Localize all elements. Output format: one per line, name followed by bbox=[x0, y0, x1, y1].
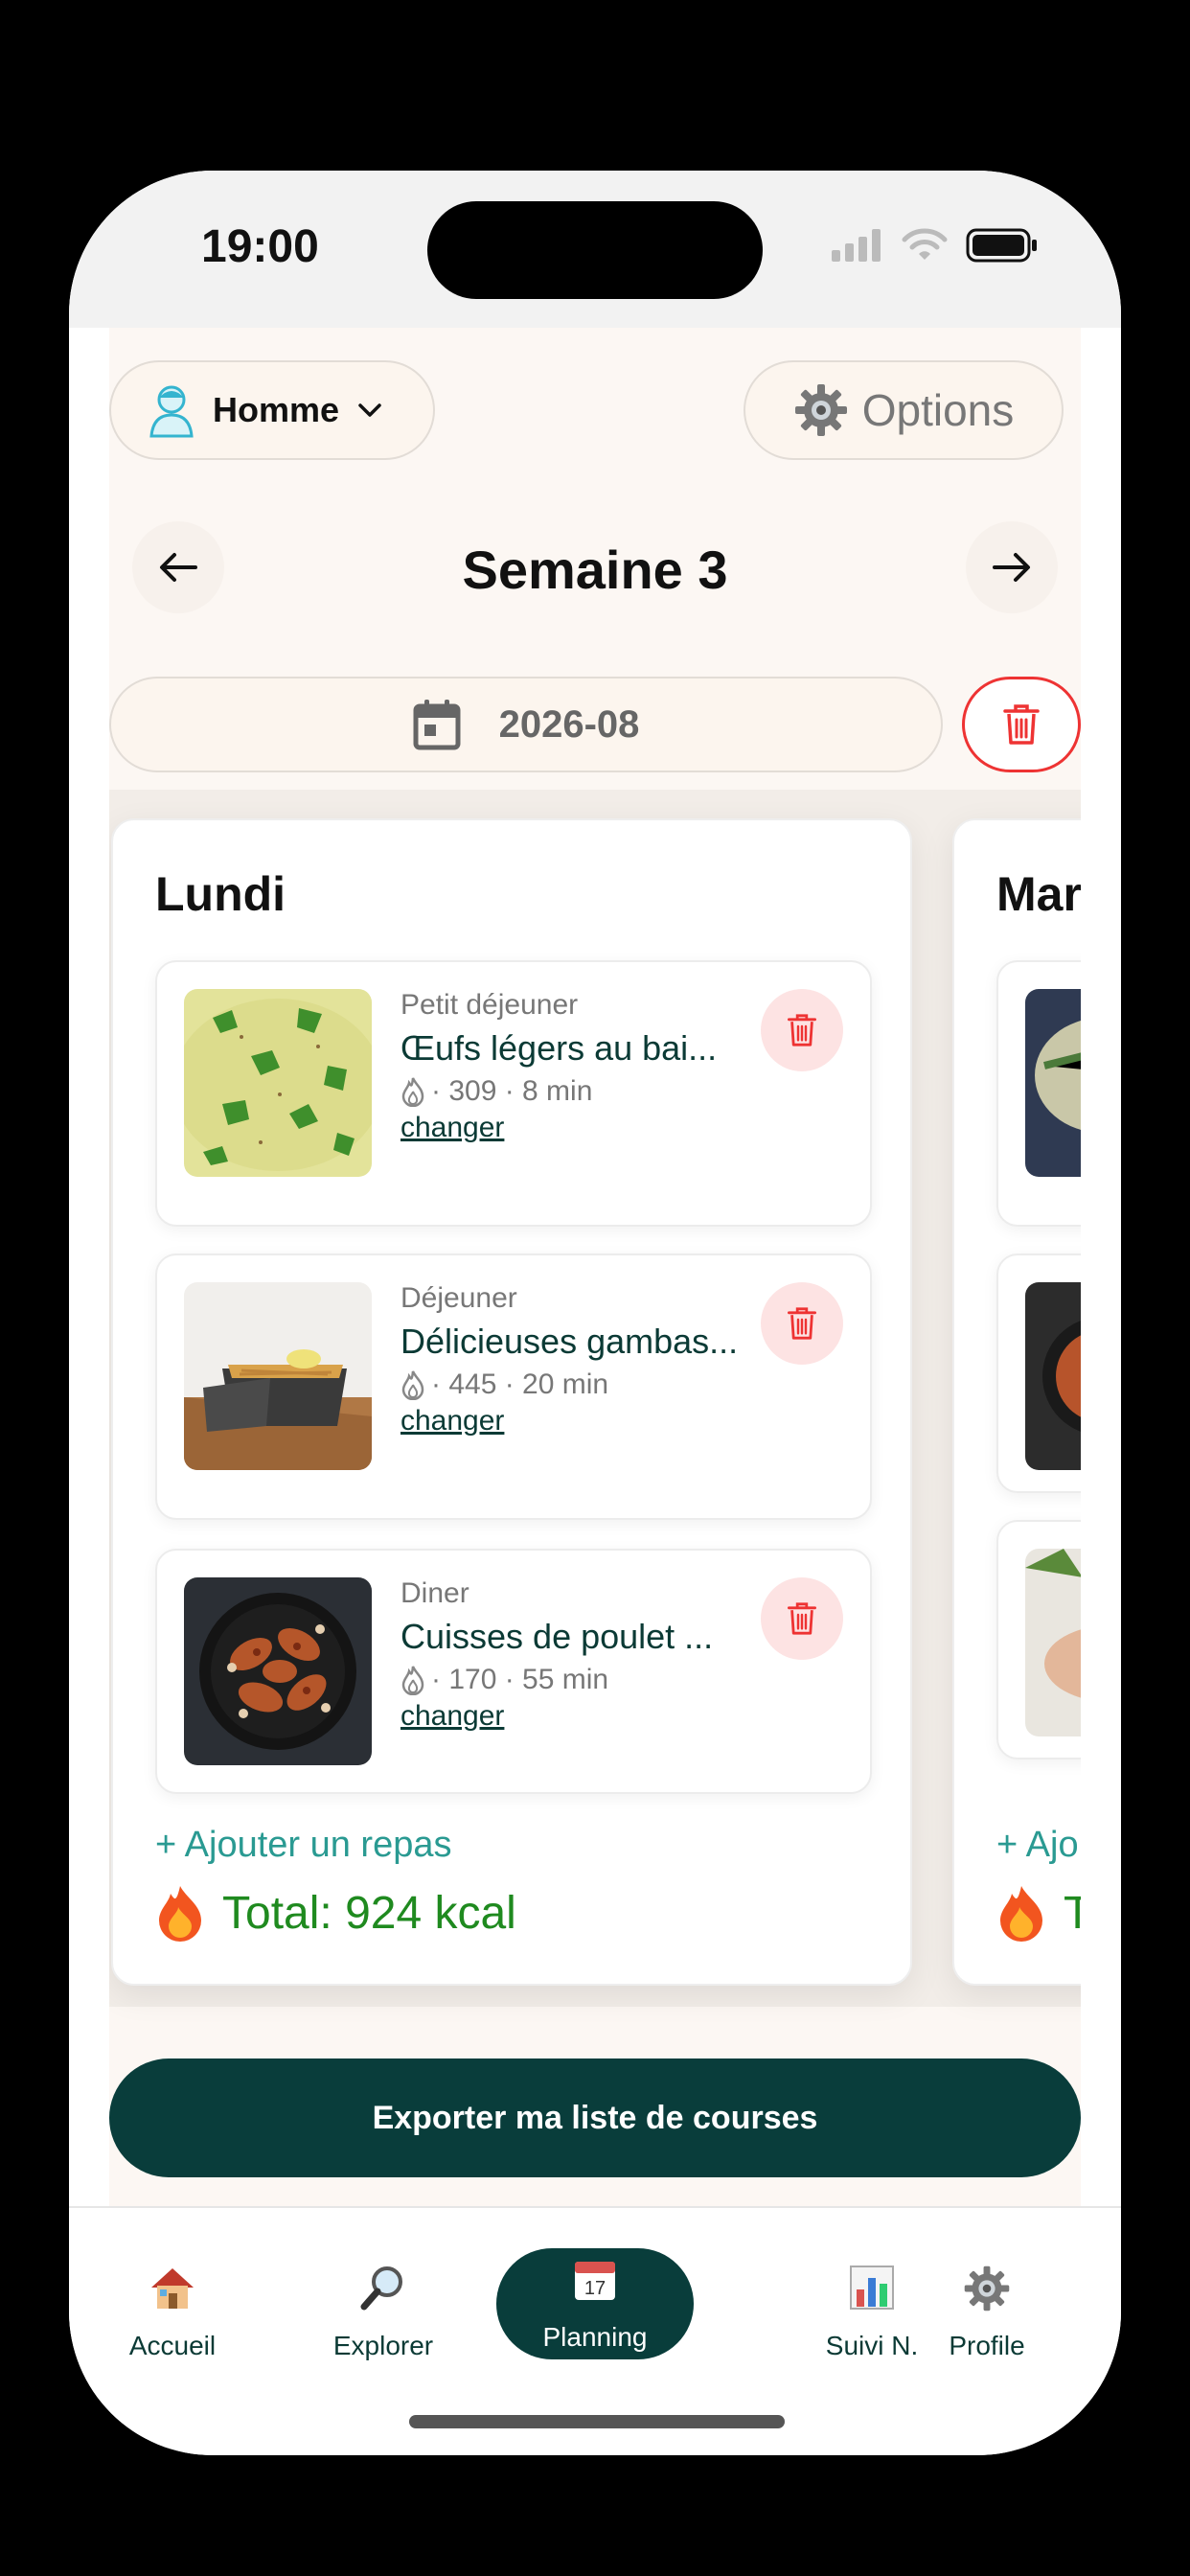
tab-label: Planning bbox=[542, 2321, 648, 2352]
tab-label: Explorer bbox=[332, 2331, 434, 2360]
week-navigator: Semaine 3 bbox=[109, 510, 1081, 625]
chart-icon bbox=[847, 2263, 897, 2323]
planning-screen: Homme Options Semaine 3 2026-08 Lundi Pe… bbox=[109, 328, 1081, 2206]
dynamic-island bbox=[427, 201, 763, 299]
days-carousel[interactable]: Lundi Petit déjeuner Œufs légers au bai.… bbox=[109, 790, 1081, 2007]
wifi-icon bbox=[902, 228, 948, 260]
meal-type: Diner bbox=[400, 1577, 469, 1609]
tab-explorer[interactable]: Explorer bbox=[287, 2256, 479, 2361]
meal-card-dinner[interactable]: Diner Cuisses de poulet ... · 170 · 55 m… bbox=[155, 1549, 872, 1794]
trash-icon bbox=[788, 1014, 816, 1046]
meal-meta: · 309 · 8 min bbox=[400, 1075, 745, 1108]
next-week-button[interactable] bbox=[966, 521, 1058, 613]
chevron-down-icon bbox=[358, 403, 381, 417]
status-time: 19:00 bbox=[201, 221, 319, 272]
flame-outline-icon bbox=[401, 1077, 424, 1107]
meal-card-preview[interactable] bbox=[996, 960, 1081, 1227]
status-bar: 19:00 bbox=[69, 171, 1121, 328]
fire-icon bbox=[159, 1886, 201, 1942]
tab-label: Accueil bbox=[128, 2331, 217, 2360]
status-icons bbox=[832, 228, 1039, 263]
day-card-mardi[interactable]: Mar + Ajo bbox=[952, 818, 1081, 1986]
gear-icon bbox=[963, 2265, 1011, 2323]
arrow-left-icon bbox=[160, 553, 197, 582]
date-picker[interactable]: 2026-08 bbox=[109, 677, 943, 772]
tab-planning[interactable]: 17 Planning bbox=[496, 2248, 694, 2359]
options-label: Options bbox=[861, 385, 1015, 435]
meal-info: Diner Cuisses de poulet ... · 170 · 55 m… bbox=[400, 1577, 765, 1733]
phone-frame: 19:00 Homme Options Semaine 3 2026-08 Lu… bbox=[69, 171, 1121, 2455]
signal-icon bbox=[832, 229, 881, 262]
trash-icon bbox=[788, 1602, 816, 1635]
change-meal-link[interactable]: changer bbox=[400, 1405, 504, 1438]
meal-image-lunch bbox=[184, 1282, 372, 1470]
meal-image-dinner bbox=[184, 1577, 372, 1765]
add-meal-link[interactable]: + Ajouter un repas bbox=[155, 1825, 452, 1866]
calendar-icon bbox=[413, 700, 461, 750]
tab-bar: Accueil Explorer 17 Planning Suivi N. Pr… bbox=[69, 2206, 1121, 2455]
add-meal-link[interactable]: + Ajo bbox=[996, 1825, 1079, 1866]
date-value: 2026-08 bbox=[498, 702, 640, 746]
meal-name: Œufs légers au bai... bbox=[400, 1028, 718, 1068]
svg-text:17: 17 bbox=[584, 2278, 606, 2299]
meal-card-breakfast[interactable]: Petit déjeuner Œufs légers au bai... · 3… bbox=[155, 960, 872, 1227]
total-label: Total: 924 kcal bbox=[222, 1887, 516, 1939]
meal-image-preview bbox=[1025, 1282, 1081, 1470]
delete-meal-button[interactable] bbox=[761, 1577, 843, 1660]
tab-accueil[interactable]: Accueil bbox=[77, 2256, 268, 2361]
meal-type: Petit déjeuner bbox=[400, 989, 579, 1021]
change-meal-link[interactable]: changer bbox=[400, 1112, 504, 1144]
meal-image-preview bbox=[1025, 1549, 1081, 1736]
gender-label: Homme bbox=[213, 390, 340, 429]
house-icon bbox=[148, 2263, 197, 2323]
trash-icon bbox=[788, 1307, 816, 1340]
meal-card-preview[interactable] bbox=[996, 1254, 1081, 1493]
meal-meta-text: · 445 · 20 min bbox=[431, 1368, 609, 1400]
delete-meal-button[interactable] bbox=[761, 989, 843, 1071]
trash-icon bbox=[1003, 704, 1040, 745]
meal-name: Délicieuses gambas... bbox=[400, 1322, 739, 1361]
flame-outline-icon bbox=[401, 1666, 424, 1695]
meal-meta-text: · 309 · 8 min bbox=[431, 1075, 593, 1107]
meal-card-lunch[interactable]: Déjeuner Délicieuses gambas... · 445 · 2… bbox=[155, 1254, 872, 1520]
options-button[interactable]: Options bbox=[744, 360, 1064, 460]
gender-selector[interactable]: Homme bbox=[109, 360, 435, 460]
flame-outline-icon bbox=[401, 1370, 424, 1400]
meal-meta: · 445 · 20 min bbox=[400, 1368, 745, 1401]
meal-name: Cuisses de poulet ... bbox=[400, 1617, 714, 1656]
day-title: Mar bbox=[996, 867, 1081, 921]
meal-type: Déjeuner bbox=[400, 1282, 517, 1314]
day-total: T bbox=[996, 1884, 1081, 1942]
day-total: Total: 924 kcal bbox=[155, 1884, 516, 1942]
change-meal-link[interactable]: changer bbox=[400, 1700, 504, 1733]
meal-card-preview[interactable] bbox=[996, 1520, 1081, 1760]
delete-meal-button[interactable] bbox=[761, 1282, 843, 1365]
meal-image-breakfast bbox=[184, 989, 372, 1177]
previous-week-button[interactable] bbox=[132, 521, 224, 613]
gear-icon bbox=[794, 384, 847, 436]
tab-profile[interactable]: Profile bbox=[891, 2256, 1083, 2361]
total-label: T bbox=[1064, 1887, 1081, 1940]
battery-icon bbox=[966, 228, 1037, 263]
day-card-lundi: Lundi Petit déjeuner Œufs légers au bai.… bbox=[111, 818, 912, 1986]
magnifier-icon bbox=[358, 2263, 408, 2323]
week-title: Semaine 3 bbox=[462, 540, 728, 600]
fire-icon bbox=[1000, 1886, 1042, 1942]
person-icon bbox=[149, 385, 194, 438]
tab-label: Profile bbox=[949, 2331, 1025, 2360]
meal-info: Petit déjeuner Œufs légers au bai... · 3… bbox=[400, 989, 745, 1144]
calendar-icon: 17 bbox=[571, 2256, 619, 2314]
arrow-right-icon bbox=[993, 553, 1030, 582]
clear-week-button[interactable] bbox=[962, 677, 1081, 772]
home-indicator[interactable] bbox=[409, 2415, 785, 2428]
meal-image-preview bbox=[1025, 989, 1081, 1177]
export-shopping-list-button[interactable]: Exporter ma liste de courses bbox=[109, 2058, 1081, 2177]
meal-meta-text: · 170 · 55 min bbox=[431, 1664, 609, 1695]
meal-meta: · 170 · 55 min bbox=[400, 1664, 765, 1696]
meal-info: Déjeuner Délicieuses gambas... · 445 · 2… bbox=[400, 1282, 745, 1438]
day-title: Lundi bbox=[155, 867, 286, 921]
